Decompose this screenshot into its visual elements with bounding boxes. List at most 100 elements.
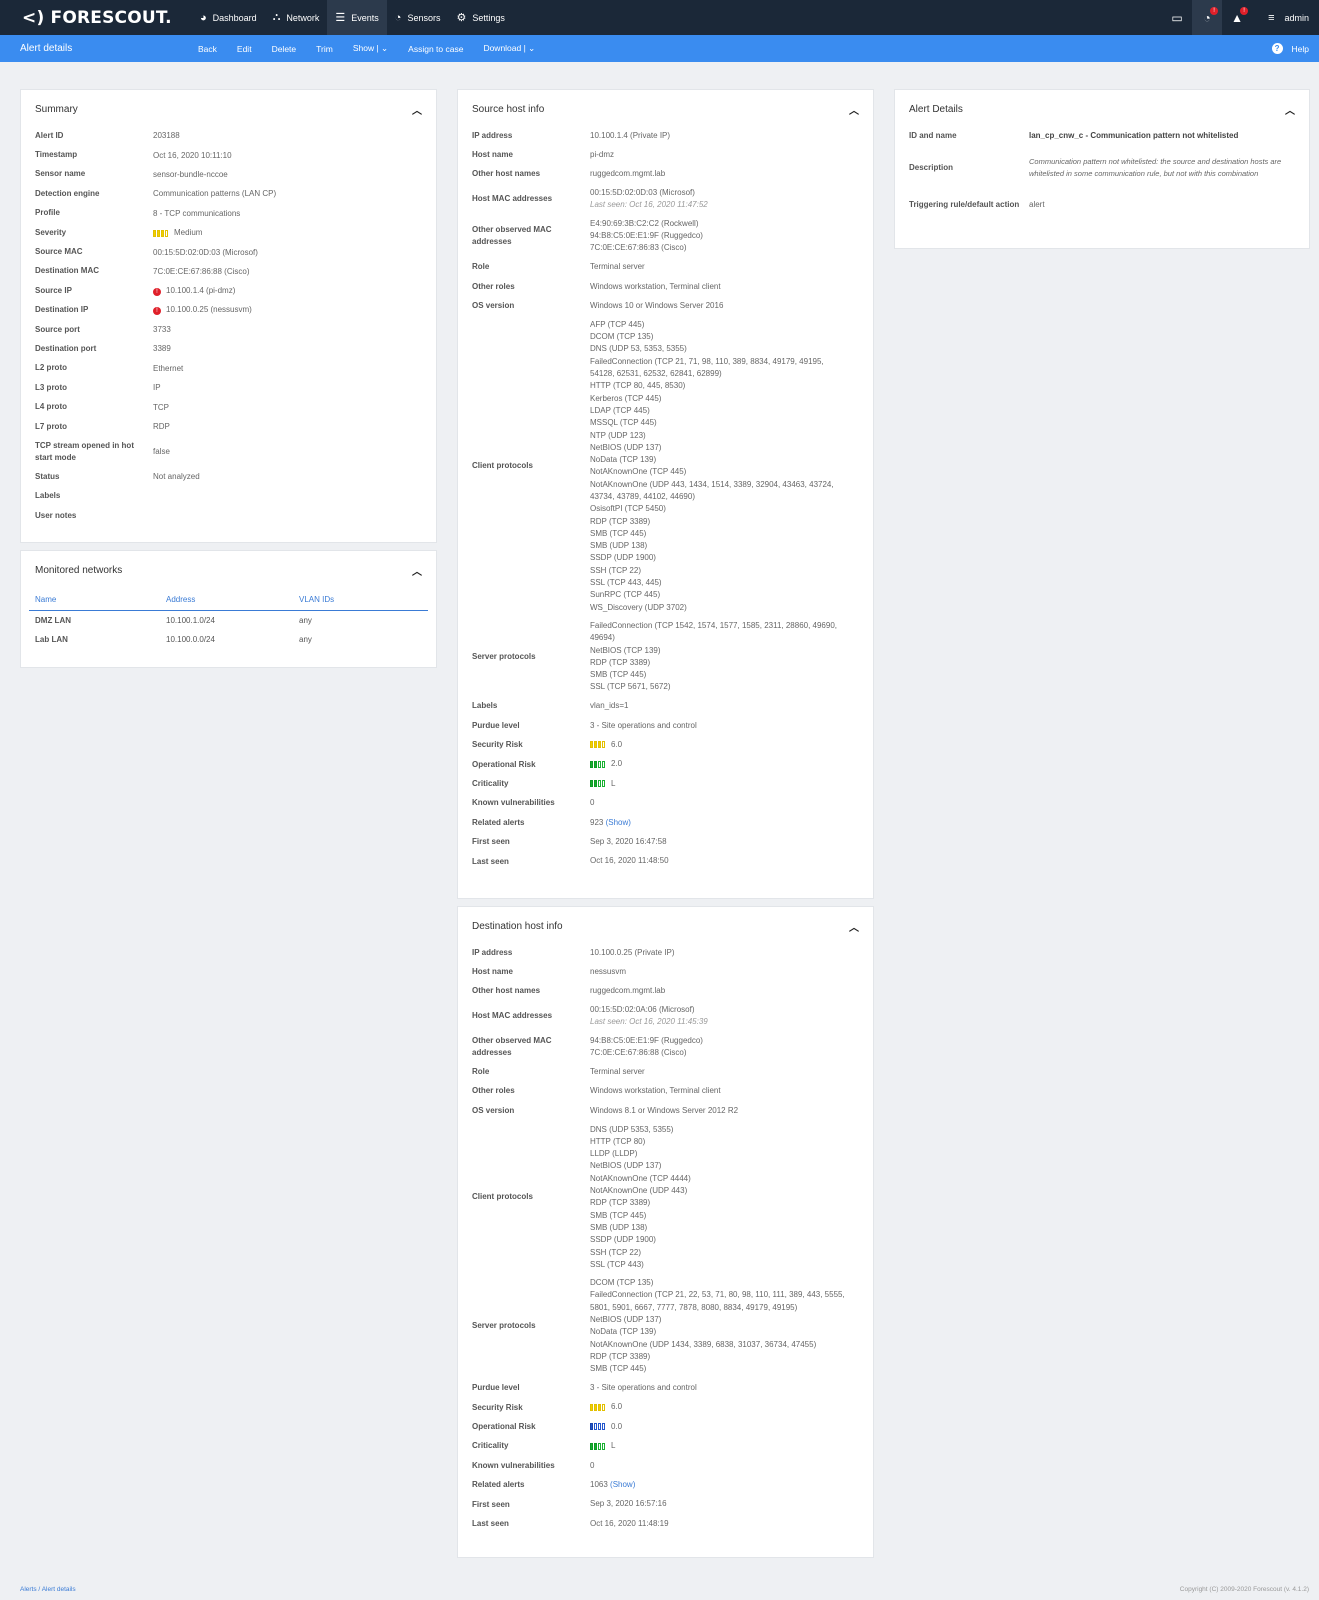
source-row-host-name: Host name pi-dmz: [472, 149, 615, 160]
summary-row-hot-start: TCP stream opened in hot start mode false: [35, 440, 170, 462]
dest-row-mac: Host MAC addresses 00:15:5D:02:0A:06 (Mic…: [472, 1005, 708, 1027]
assign-to-case-button[interactable]: Assign to case: [408, 44, 463, 54]
nav-network-label: Network: [286, 12, 320, 23]
help-label: Help: [1291, 43, 1309, 54]
feed-button[interactable]: ◔!: [1192, 0, 1223, 35]
summary-title: Summary: [35, 103, 78, 115]
dest-row-host-name: Host name nessusvm: [472, 966, 627, 977]
edit-button[interactable]: Edit: [237, 44, 252, 54]
source-host-card: Source host info ︿ IP address 10.100.1.4 …: [457, 89, 874, 899]
alert-icon: !: [153, 307, 161, 316]
summary-header: Summary ︿: [21, 90, 436, 128]
severity-value: Medium: [174, 228, 203, 238]
bell-badge: !: [1240, 7, 1249, 15]
source-row-first-seen: First seen Sep 3, 2020 16:47:58: [472, 837, 667, 847]
source-row-vulnerabilities: Known vulnerabilities 0: [472, 798, 595, 808]
column-address[interactable]: Address: [166, 595, 299, 604]
alert-details-title: Alert Details: [909, 103, 963, 115]
user-name: admin: [1284, 12, 1309, 23]
source-host-title: Source host info: [472, 103, 545, 115]
monitor-icon[interactable]: ▭: [1162, 0, 1192, 35]
operational-risk-meter: [590, 1423, 605, 1431]
column-vlan-ids[interactable]: VLAN IDs: [299, 595, 334, 604]
collapse-summary-icon[interactable]: ︿: [412, 102, 422, 117]
dest-row-related-alerts: Related alerts 1063 (Show): [472, 1479, 636, 1490]
source-row-mac: Host MAC addresses 00:15:5D:02:0D:03 (Mic…: [472, 188, 708, 210]
delete-button[interactable]: Delete: [272, 44, 297, 54]
notifications-button[interactable]: ▲!: [1222, 0, 1252, 35]
nav-dashboard[interactable]: ◕ Dashboard: [192, 0, 265, 35]
alert-row-triggering-rule: Triggering rule/default action alert: [909, 200, 1045, 209]
dashboard-icon: ◕: [200, 11, 207, 24]
source-row-client-protocols: Client protocols AFP (TCP 445) DCOM (TCP …: [472, 319, 834, 612]
criticality-meter: [590, 1442, 605, 1450]
page-title: Alert details: [20, 43, 73, 54]
summary-row-detection-engine: Detection engine Communication patterns (…: [35, 188, 277, 199]
summary-row-severity: Severity Medium: [35, 227, 203, 238]
networks-table: Name Address VLAN IDs DMZ LAN 10.100.1.0…: [29, 589, 428, 649]
dest-row-ip: IP address 10.100.0.25 (Private IP): [472, 947, 675, 957]
user-menu[interactable]: ≡ admin: [1268, 12, 1309, 24]
sensor-link[interactable]: sensor-bundle-nccoe: [153, 170, 228, 179]
collapse-networks-icon[interactable]: ︿: [412, 563, 422, 578]
alert-icon: !: [153, 287, 161, 296]
dest-row-role: Role Terminal server: [472, 1066, 645, 1077]
help-icon: ?: [1271, 43, 1283, 54]
summary-row-alert-id: Alert ID 203188: [35, 130, 180, 141]
show-related-alerts-link[interactable]: (Show): [610, 1480, 635, 1489]
source-row-purdue: Purdue level 3 - Site operations and cont…: [472, 720, 697, 730]
nav-events[interactable]: ☰ Events: [327, 0, 387, 35]
collapse-alert-details-icon[interactable]: ︿: [1285, 102, 1295, 117]
source-row-server-protocols: Server protocols FailedConnection (TCP 15…: [472, 620, 838, 692]
summary-row-destination-port: Destination port 3389: [35, 343, 171, 354]
nav-network[interactable]: ⛬ Network: [265, 0, 328, 35]
dest-row-other-host-names: Other host names ruggedcom.mgmt.lab: [472, 986, 666, 996]
nav-dashboard-label: Dashboard: [212, 12, 257, 23]
menu-icon: ≡: [1268, 11, 1275, 24]
source-row-related-alerts: Related alerts 923 (Show): [472, 817, 631, 827]
show-dropdown[interactable]: Show | ⌄: [353, 43, 388, 54]
summary-row-profile: Profile 8 - TCP communications: [35, 208, 241, 218]
collapse-source-icon[interactable]: ︿: [849, 102, 859, 117]
profile-link[interactable]: 8 - TCP communications: [153, 209, 240, 218]
table-row[interactable]: Lab LAN 10.100.0.0/24 any: [29, 630, 428, 649]
breadcrumb-alerts[interactable]: Alerts /: [20, 1586, 40, 1593]
nav-settings[interactable]: ⚙ Settings: [448, 0, 512, 35]
summary-row-l3-proto: L3 proto IP: [35, 382, 161, 393]
collapse-destination-icon[interactable]: ︿: [849, 919, 859, 934]
table-row[interactable]: DMZ LAN 10.100.1.0/24 any: [29, 611, 428, 630]
forescout-logo[interactable]: <) FORESCOUT.: [22, 8, 172, 28]
footer: Alerts / Alert details Copyright (C) 200…: [0, 1580, 1319, 1600]
download-dropdown[interactable]: Download | ⌄: [483, 43, 535, 54]
feed-badge: !: [1210, 7, 1219, 15]
top-navbar: <) FORESCOUT. ◕ Dashboard ⛬ Network ☰ Event…: [0, 0, 1319, 35]
dest-row-operational-risk: Operational Risk 0.0: [472, 1421, 623, 1431]
help-link[interactable]: ? Help: [1271, 43, 1309, 54]
show-related-alerts-link[interactable]: (Show): [606, 818, 631, 827]
source-ip-link[interactable]: 10.100.1.4 (pi-dmz): [166, 286, 235, 295]
summary-row-l4-proto: L4 proto TCP: [35, 402, 169, 412]
source-row-role: Role Terminal server: [472, 262, 645, 272]
source-host-header: Source host info ︿: [458, 90, 873, 128]
criticality-meter: [590, 780, 605, 788]
dest-row-other-macs: Other observed MAC addresses 94:B8:C5:0E:…: [472, 1035, 703, 1058]
monitored-networks-title: Monitored networks: [35, 564, 123, 576]
back-button[interactable]: Back: [198, 44, 217, 54]
source-row-ip: IP address 10.100.1.4 (Private IP): [472, 130, 671, 140]
trim-button[interactable]: Trim: [316, 44, 333, 54]
nav-sensors[interactable]: ◔ Sensors: [387, 0, 449, 35]
breadcrumb: Alerts / Alert details: [20, 1586, 76, 1593]
destination-ip-link[interactable]: 10.100.0.25 (nessusvm): [166, 305, 252, 314]
security-risk-meter: [590, 741, 605, 749]
source-row-labels: Labels vlan_ids=1: [472, 701, 629, 711]
summary-row-user-notes: User notes: [35, 510, 77, 520]
nav-events-label: Events: [351, 12, 379, 23]
column-name[interactable]: Name: [35, 595, 166, 604]
summary-card: Summary ︿ Alert ID 203188 Timestamp Oct 16…: [20, 89, 437, 543]
source-row-other-macs: Other observed MAC addresses E4:90:69:3B:…: [472, 218, 703, 253]
dest-row-server-protocols: Server protocols DCOM (TCP 135) FailedCon…: [472, 1278, 845, 1374]
summary-row-sensor-name: Sensor name sensor-bundle-nccoe: [35, 169, 228, 179]
breadcrumb-alert-details[interactable]: Alert details: [42, 1586, 76, 1593]
summary-row-source-ip: Source IP! 10.100.1.4 (pi-dmz): [35, 285, 236, 296]
source-row-last-seen: Last seen Oct 16, 2020 11:48:50: [472, 856, 669, 866]
